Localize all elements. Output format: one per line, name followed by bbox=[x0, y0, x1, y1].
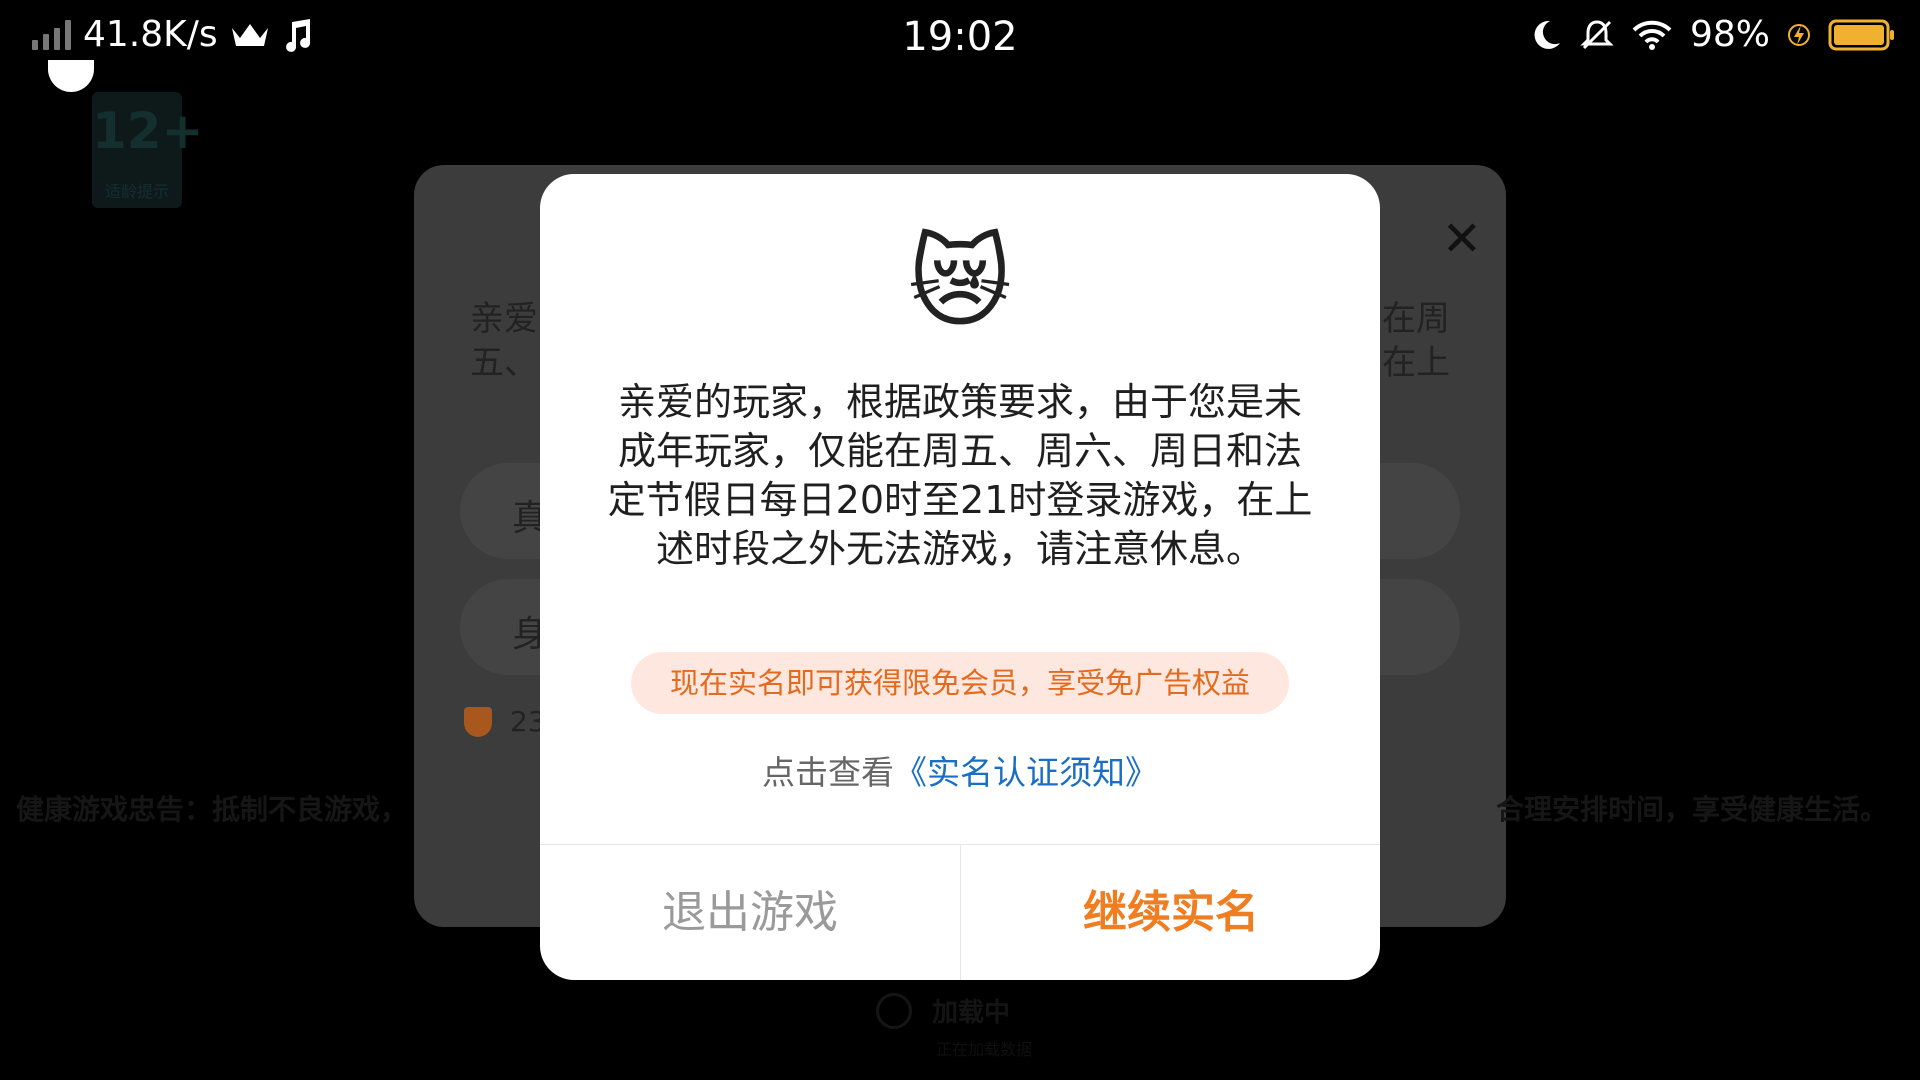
health-notice-right: 合理安排时间，享受健康生活。 bbox=[1496, 793, 1889, 826]
background-text-left: 亲爱 五、 bbox=[470, 299, 538, 383]
loading-indicator: 加载中 bbox=[876, 992, 1010, 1029]
modal-message: 亲爱的玩家，根据政策要求，由于您是未成年玩家，仅能在周五、周六、周日和法定节假日… bbox=[607, 380, 1313, 571]
notice-line: 点击查看《实名认证须知》 bbox=[540, 746, 1380, 794]
exit-game-button[interactable]: 退出游戏 bbox=[540, 845, 960, 980]
notch-indicator bbox=[48, 60, 94, 92]
health-notice-left: 健康游戏忠告：抵制不良游戏， bbox=[16, 793, 409, 826]
underage-notice-modal: 😿 亲爱的玩家，根据政策要求，由于您是未成年玩家，仅能在周五、周六、周日和法定节… bbox=[540, 174, 1380, 980]
wifi-icon bbox=[1632, 19, 1672, 51]
loading-subtitle: 正在加载数据 bbox=[936, 1040, 1033, 1059]
charging-bolt-icon bbox=[1788, 19, 1810, 51]
battery-percent: 98% bbox=[1689, 14, 1770, 55]
health-detail-left bbox=[208, 840, 408, 860]
realname-notice-link[interactable]: 《实名认证须知》 bbox=[894, 753, 1158, 792]
loading-title: 加载中 bbox=[932, 998, 1011, 1028]
battery-icon bbox=[1828, 19, 1896, 51]
promo-banner: 现在实名即可获得限免会员，享受免广告权益 bbox=[631, 652, 1289, 714]
notice-prefix: 点击查看 bbox=[762, 753, 894, 792]
muted-bell-icon bbox=[1580, 18, 1614, 52]
status-bar: 41.8K/s 19:02 98% bbox=[0, 0, 1920, 76]
spinner-icon bbox=[876, 992, 912, 1029]
status-right: 98% bbox=[1530, 14, 1896, 55]
age-rating: 12+ bbox=[92, 102, 204, 160]
continue-verification-button[interactable]: 继续实名 bbox=[961, 845, 1380, 980]
age-rating-badge: 12+ 适龄提示 bbox=[92, 92, 204, 208]
background-text-right: 在周 在上 bbox=[1382, 299, 1450, 383]
age-rating-label: 适龄提示 bbox=[104, 182, 169, 201]
crying-cat-icon: 😿 bbox=[907, 224, 1013, 341]
shield-icon bbox=[464, 707, 492, 737]
close-icon[interactable]: ✕ bbox=[1442, 211, 1482, 267]
moon-icon bbox=[1530, 19, 1562, 51]
